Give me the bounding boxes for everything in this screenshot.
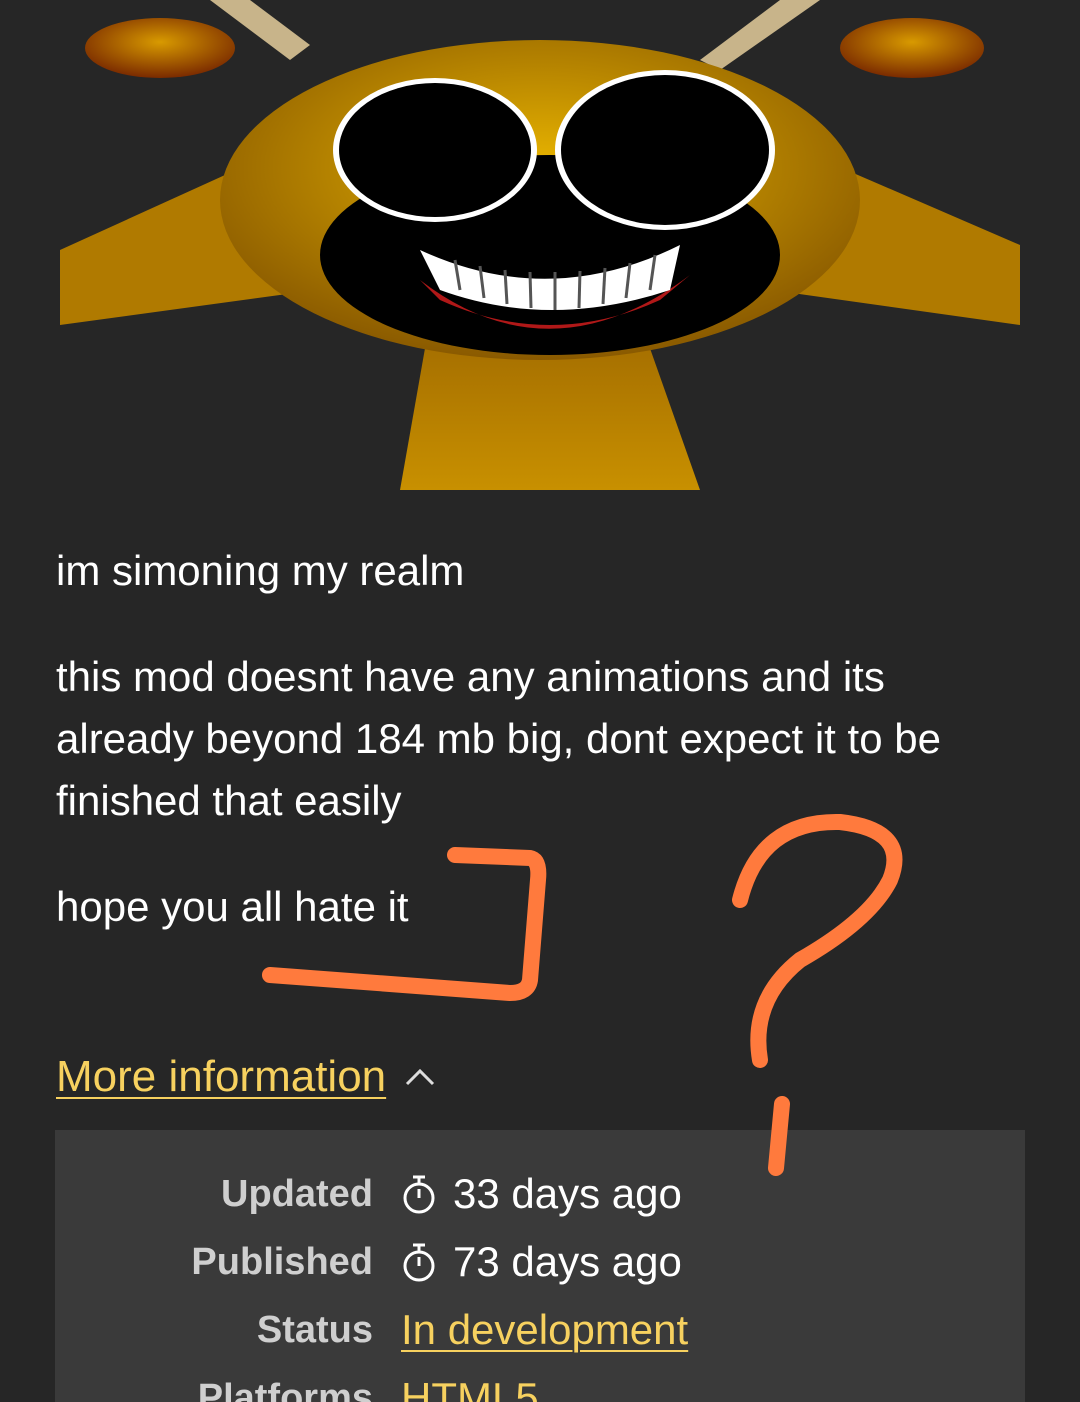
updated-text: 33 days ago: [453, 1170, 682, 1217]
description-paragraph: hope you all hate it: [56, 883, 409, 930]
published-label: Published: [191, 1240, 373, 1283]
published-value: 73 days ago: [401, 1238, 682, 1286]
platforms-label: Platforms: [197, 1376, 373, 1402]
stopwatch-icon: [403, 1175, 435, 1214]
updated-value: 33 days ago: [401, 1170, 682, 1218]
published-text: 73 days ago: [453, 1238, 682, 1285]
description-paragraph: this mod doesnt have any animations and …: [56, 653, 941, 824]
updated-label: Updated: [221, 1172, 373, 1215]
more-information-toggle[interactable]: More information: [56, 1046, 436, 1108]
game-description: im simoning my realm this mod doesnt hav…: [56, 540, 1016, 982]
platforms-value: HTML5: [401, 1374, 539, 1402]
status-link[interactable]: In development: [401, 1306, 688, 1354]
more-information-label[interactable]: More information: [56, 1046, 386, 1108]
info-row-published: Published 73 days ago: [55, 1232, 1025, 1292]
game-page: im simoning my realm this mod doesnt hav…: [0, 0, 1080, 1402]
stopwatch-icon: [403, 1243, 435, 1282]
info-row-status: Status In development: [55, 1300, 1025, 1360]
chevron-up-icon: [406, 1068, 435, 1086]
info-row-updated: Updated 33 days ago: [55, 1164, 1025, 1224]
description-paragraph: im simoning my realm: [56, 547, 465, 594]
cover-image: [60, 0, 1020, 490]
more-information-panel: Updated 33 days ago Published 73 days ag…: [55, 1130, 1025, 1402]
platforms-link[interactable]: HTML5: [401, 1374, 539, 1402]
status-label: Status: [256, 1308, 373, 1351]
info-row-platforms: Platforms HTML5: [55, 1368, 1025, 1402]
status-value: In development: [401, 1306, 688, 1354]
